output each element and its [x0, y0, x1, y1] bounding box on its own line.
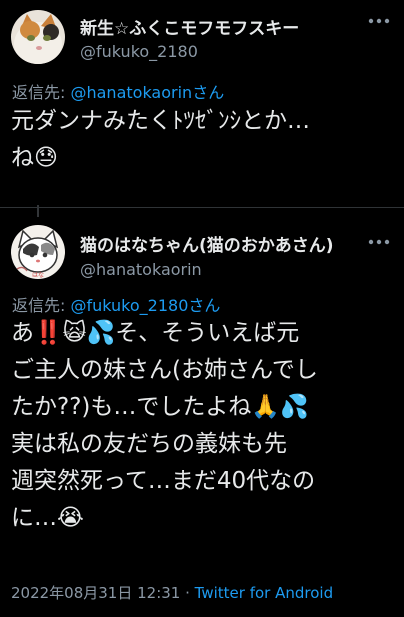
cat-illustration-avatar-image: はな — [11, 225, 65, 279]
reply-mention-link[interactable]: @hanatokaorin — [70, 83, 192, 102]
more-dots-icon[interactable] — [368, 10, 390, 32]
svg-text:はな: はな — [32, 272, 44, 279]
display-name[interactable]: 猫のはなちゃん(猫のおかあさん) — [80, 231, 334, 256]
avatar[interactable] — [11, 10, 65, 64]
tweet-text-line: あ‼️🙀💦そ、そういえば元 — [11, 320, 300, 346]
tweet-text-line: 実は私の友だちの義妹も先 — [11, 431, 287, 457]
tweet-text: 元ダンナみたくﾄﾂｾﾞﾝｼとか… ね😓 — [11, 103, 395, 177]
tweet-text-line: たか??)も…でしたよね🙏💦 — [11, 394, 309, 420]
tweet-focused[interactable]: はな 猫のはなちゃん(猫のおかあさん) @hanatokaorin 返信先: @… — [0, 213, 404, 617]
reply-prefix: 返信先: — [12, 83, 71, 102]
meta-separator: · — [180, 584, 195, 602]
reply-suffix: さん — [188, 296, 221, 315]
avatar[interactable]: はな — [11, 225, 65, 279]
tweet-text-line: ご主人の妹さん(お姉さんでし — [11, 357, 318, 383]
user-handle[interactable]: @fukuko_2180 — [80, 42, 198, 61]
cat-avatar-image — [11, 10, 65, 64]
display-name[interactable]: 新生☆ふくこモフモフスキー — [80, 14, 299, 39]
reply-mention-link[interactable]: @fukuko_2180 — [70, 296, 188, 315]
tweet-text-line: ね😓 — [11, 145, 58, 171]
timestamp[interactable]: 2022年08月31日 12:31 — [11, 584, 180, 602]
source-app-link[interactable]: Twitter for Android — [195, 584, 333, 602]
tweet-text-line: 週突然死って…まだ40代なの — [11, 468, 316, 494]
more-dots-icon[interactable] — [368, 231, 390, 253]
tweet-text-line: 元ダンナみたくﾄﾂｾﾞﾝｼとか… — [11, 108, 310, 134]
reply-suffix: さん — [192, 83, 225, 102]
reply-to-line: 返信先: @fukuko_2180さん — [12, 292, 220, 316]
divider — [0, 207, 404, 208]
tweet-meta: 2022年08月31日 12:31 · Twitter for Android — [11, 582, 333, 603]
tweet-parent[interactable]: 新生☆ふくこモフモフスキー @fukuko_2180 返信先: @hanatok… — [0, 0, 404, 205]
user-handle[interactable]: @hanatokaorin — [80, 260, 202, 279]
reply-prefix: 返信先: — [12, 296, 71, 315]
tweet-text-line: に…😭 — [11, 505, 84, 531]
reply-to-line: 返信先: @hanatokaorinさん — [12, 79, 224, 103]
tweet-text: あ‼️🙀💦そ、そういえば元 ご主人の妹さん(お姉さんでし たか??)も…でしたよ… — [11, 315, 395, 537]
